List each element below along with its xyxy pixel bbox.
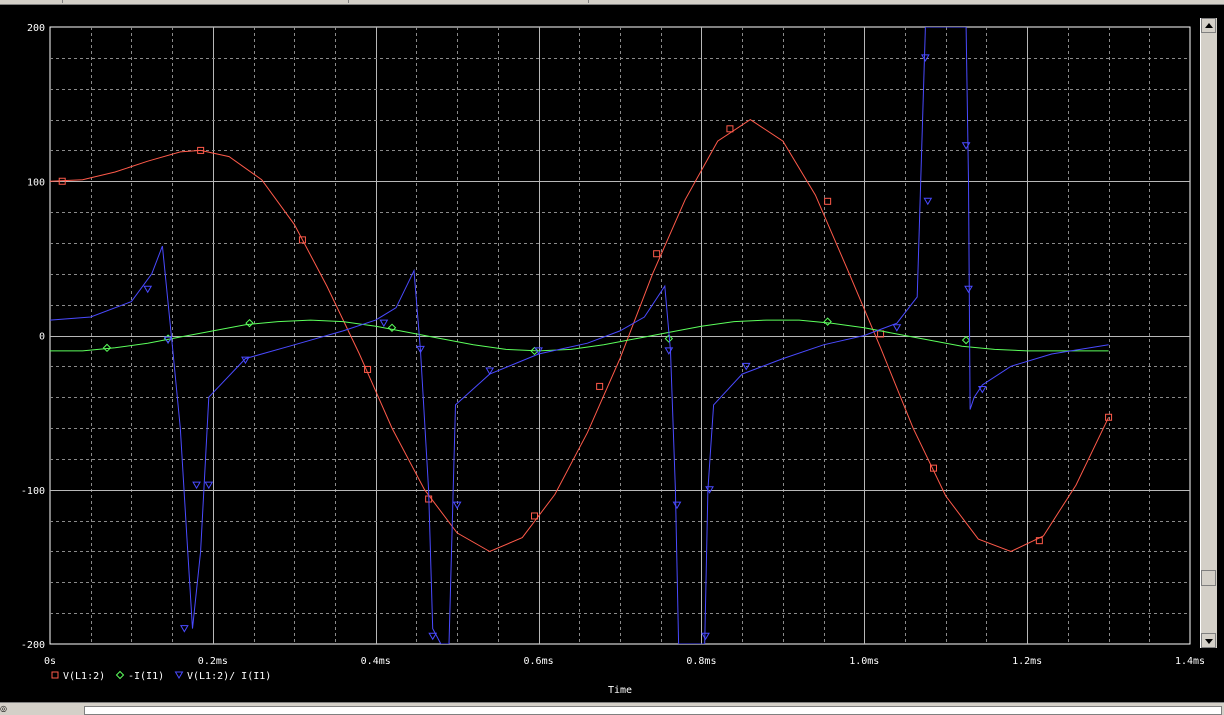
y-tick-label: -200 xyxy=(21,640,45,651)
x-tick-label: 0s xyxy=(44,656,56,667)
x-tick-label: 0.2ms xyxy=(198,656,228,667)
legend-symbol xyxy=(174,671,184,679)
x-tick-labels: 0s 0.2ms 0.4ms 0.6ms 0.8ms 1.0ms 1.2ms 1.4ms xyxy=(44,656,1205,667)
plot-canvas: 0s 0.2ms 0.4ms 0.6ms 0.8ms 1.0ms 1.2ms 1.4ms -2… xyxy=(21,23,1205,696)
scroll-up-button[interactable] xyxy=(1201,18,1216,33)
legend-label: V(L1:2) xyxy=(63,671,105,682)
arrow-up-icon xyxy=(1205,23,1213,28)
status-bar: ◎ xyxy=(0,702,1224,715)
y-tick-label: 100 xyxy=(27,177,45,188)
y-tick-labels: -200 -100 0 100 200 xyxy=(21,23,45,651)
y-tick-label: 0 xyxy=(39,332,45,343)
vertical-scrollbar[interactable] xyxy=(1200,18,1217,648)
x-tick-label: 1.4ms xyxy=(1175,656,1205,667)
x-tick-label: 0.6ms xyxy=(524,656,554,667)
x-axis-label: Time xyxy=(608,685,632,696)
legend: V(L1:2) -I(I1) V(L1:2)/ I(I1) xyxy=(51,670,271,682)
x-tick-label: 0.4ms xyxy=(361,656,391,667)
x-tick-label: 1.2ms xyxy=(1012,656,1042,667)
legend-symbol xyxy=(115,670,125,680)
arrow-down-icon xyxy=(1205,639,1213,644)
y-tick-label: -100 xyxy=(21,486,45,497)
legend-label: V(L1:2)/ I(I1) xyxy=(187,671,271,682)
legend-label: -I(I1) xyxy=(128,671,164,682)
legend-symbol xyxy=(51,671,59,679)
x-tick-label: 1.0ms xyxy=(849,656,879,667)
x-tick-label: 0.8ms xyxy=(686,656,716,667)
status-icon: ◎ xyxy=(0,704,7,713)
y-tick-label: 200 xyxy=(27,23,45,34)
scroll-down-button[interactable] xyxy=(1201,633,1216,648)
scroll-thumb[interactable] xyxy=(1201,570,1216,586)
